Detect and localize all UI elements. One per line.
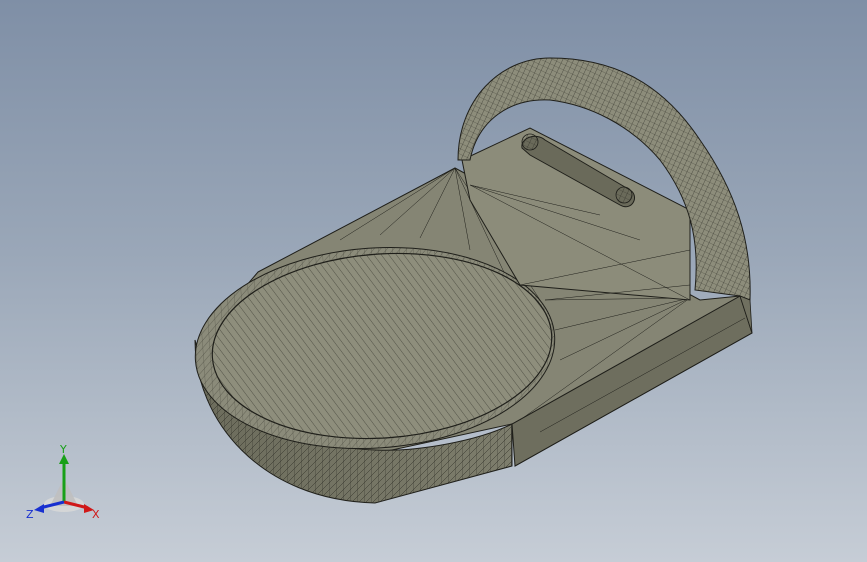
3d-model[interactable] [0,0,867,562]
triad-x-label: X [92,508,100,521]
slot-end-hole-left [521,133,539,151]
triad-y-label: Y [59,444,67,456]
triad-z-label: Z [26,508,34,521]
reference-triad[interactable]: Y X Z [22,444,106,524]
graphics-viewport[interactable]: Y X Z [0,0,867,562]
slot-end-hole-right [615,186,633,204]
